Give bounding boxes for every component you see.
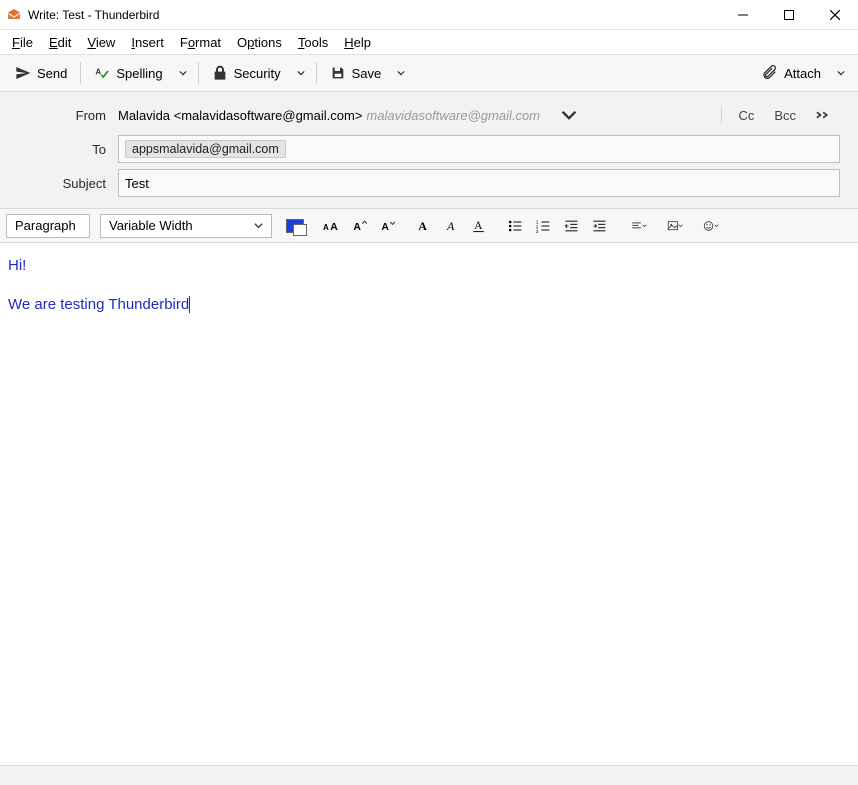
to-pill[interactable]: appsmalavida@gmail.com: [125, 140, 286, 158]
menu-options[interactable]: Options: [229, 32, 290, 53]
close-button[interactable]: [812, 0, 858, 30]
security-label: Security: [234, 66, 281, 81]
attach-label: Attach: [784, 66, 821, 81]
bullet-list-button[interactable]: [502, 213, 528, 239]
from-email-faded: malavidasoftware@gmail.com: [366, 108, 540, 123]
text-color-button[interactable]: [282, 213, 308, 239]
security-dropdown[interactable]: [290, 59, 312, 87]
svg-text:A: A: [96, 67, 102, 76]
svg-text:A: A: [323, 223, 329, 232]
svg-text:A: A: [418, 219, 427, 233]
window-title: Write: Test - Thunderbird: [28, 8, 159, 22]
body-line-1: Hi!: [8, 257, 850, 274]
font-size-decrease-button[interactable]: AA: [318, 213, 344, 239]
underline-button[interactable]: A: [466, 213, 492, 239]
to-input[interactable]: appsmalavida@gmail.com: [118, 135, 840, 163]
menu-view[interactable]: View: [79, 32, 123, 53]
bcc-button[interactable]: Bcc: [766, 106, 804, 125]
minimize-button[interactable]: [720, 0, 766, 30]
app-icon: [6, 7, 22, 23]
separator: [198, 62, 199, 84]
svg-text:A: A: [446, 219, 455, 233]
body-line-2: We are testing Thunderbird: [8, 296, 189, 313]
to-row: To appsmalavida@gmail.com: [0, 132, 858, 166]
menu-edit[interactable]: Edit: [41, 32, 79, 53]
outdent-button[interactable]: [558, 213, 584, 239]
security-button[interactable]: Security: [203, 59, 290, 87]
save-dropdown[interactable]: [390, 59, 412, 87]
insert-image-button[interactable]: [658, 213, 692, 239]
from-label: From: [0, 108, 118, 123]
svg-text:A: A: [381, 222, 389, 233]
menu-tools[interactable]: Tools: [290, 32, 336, 53]
menu-file[interactable]: File: [4, 32, 41, 53]
separator: [80, 62, 81, 84]
font-larger-button[interactable]: A: [374, 213, 400, 239]
cc-button[interactable]: Cc: [730, 106, 762, 125]
format-toolbar: Paragraph Variable Width AA A A A A A 12…: [0, 209, 858, 243]
menu-format[interactable]: Format: [172, 32, 229, 53]
font-value: Variable Width: [109, 218, 193, 233]
attach-dropdown[interactable]: [830, 59, 852, 87]
header-area: From Malavida <malavidasoftware@gmail.co…: [0, 92, 858, 209]
menubar: File Edit View Insert Format Options Too…: [0, 30, 858, 54]
statusbar: [0, 765, 858, 785]
save-label: Save: [352, 66, 382, 81]
italic-button[interactable]: A: [438, 213, 464, 239]
block-format-select[interactable]: Paragraph: [6, 214, 90, 238]
svg-text:A: A: [474, 220, 482, 232]
menu-help[interactable]: Help: [336, 32, 379, 53]
numbered-list-button[interactable]: 123: [530, 213, 556, 239]
insert-emoji-button[interactable]: [694, 213, 728, 239]
from-row: From Malavida <malavidasoftware@gmail.co…: [0, 98, 858, 132]
subject-row: Subject Test: [0, 166, 858, 200]
spelling-label: Spelling: [116, 66, 162, 81]
spelling-button[interactable]: A Spelling: [85, 59, 171, 87]
titlebar: Write: Test - Thunderbird: [0, 0, 858, 30]
subject-value: Test: [125, 176, 149, 191]
attach-button[interactable]: Attach: [753, 59, 830, 87]
svg-text:A: A: [353, 222, 361, 233]
svg-text:A: A: [330, 222, 338, 233]
spelling-dropdown[interactable]: [172, 59, 194, 87]
to-label: To: [0, 142, 118, 157]
indent-button[interactable]: [586, 213, 612, 239]
text-cursor: [189, 296, 190, 313]
more-recipients-button[interactable]: [808, 106, 842, 125]
subject-input[interactable]: Test: [118, 169, 840, 197]
maximize-button[interactable]: [766, 0, 812, 30]
compose-body[interactable]: Hi! We are testing Thunderbird: [0, 243, 858, 765]
block-format-value: Paragraph: [15, 218, 76, 233]
menu-insert[interactable]: Insert: [123, 32, 172, 53]
subject-label: Subject: [0, 176, 118, 191]
send-label: Send: [37, 66, 67, 81]
separator: [721, 107, 722, 123]
separator: [316, 62, 317, 84]
font-select[interactable]: Variable Width: [100, 214, 272, 238]
bold-button[interactable]: A: [410, 213, 436, 239]
send-button[interactable]: Send: [6, 59, 76, 87]
toolbar: Send A Spelling Security Save Attach: [0, 54, 858, 92]
from-value: Malavida <malavidasoftware@gmail.com>: [118, 108, 362, 123]
save-button[interactable]: Save: [321, 59, 391, 87]
font-smaller-button[interactable]: A: [346, 213, 372, 239]
svg-text:3: 3: [536, 229, 539, 234]
color-swatch-icon: [286, 219, 304, 233]
align-button[interactable]: [622, 213, 656, 239]
from-dropdown[interactable]: [554, 101, 584, 129]
